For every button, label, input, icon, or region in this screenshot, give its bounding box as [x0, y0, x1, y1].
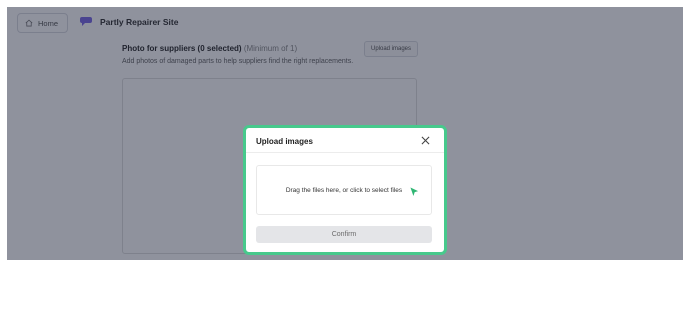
cursor-icon — [410, 187, 419, 197]
modal-title: Upload images — [256, 137, 313, 146]
file-dropzone[interactable]: Drag the files here, or click to select … — [256, 165, 432, 215]
confirm-button-label: Confirm — [331, 231, 357, 238]
dropzone-text: Drag the files here, or click to select … — [285, 186, 403, 194]
confirm-button[interactable]: Confirm — [256, 226, 432, 243]
close-icon[interactable] — [421, 136, 430, 145]
modal-header: Upload images — [246, 128, 444, 153]
app-window: Home Partly Repairer Site Photo for supp… — [7, 7, 683, 260]
upload-modal: Upload images Drag the files here, or cl… — [243, 125, 447, 255]
